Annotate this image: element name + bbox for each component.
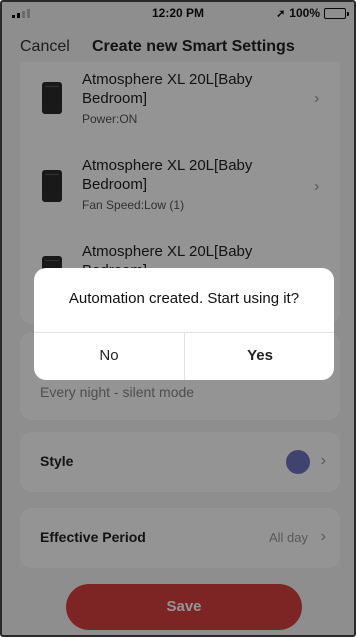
no-button[interactable]: No xyxy=(34,332,184,380)
dialog-message: Automation created. Start using it? xyxy=(68,290,300,307)
confirm-dialog: Automation created. Start using it? No Y… xyxy=(34,268,334,380)
yes-button[interactable]: Yes xyxy=(185,332,334,380)
app-screen: 12:20 PM ➚ 100% Cancel Create new Smart … xyxy=(0,0,356,637)
